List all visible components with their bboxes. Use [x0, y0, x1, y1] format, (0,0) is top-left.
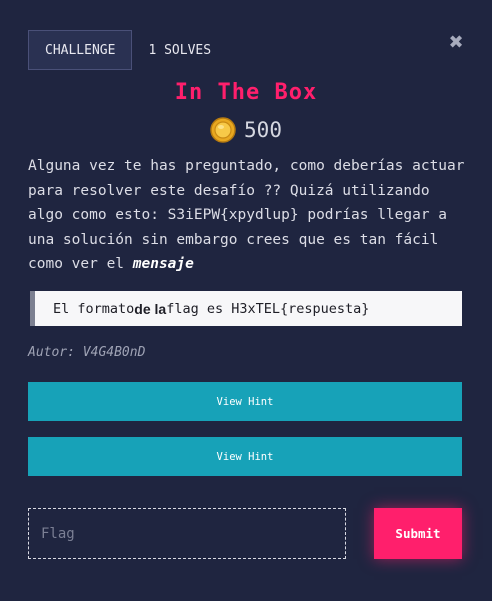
view-hint-button-1[interactable]: View Hint: [28, 382, 462, 421]
coin-icon: [210, 117, 236, 143]
challenge-tabs: CHALLENGE 1 SOLVES: [28, 30, 227, 70]
challenge-points: 500: [0, 117, 492, 143]
description-text: Alguna vez te has preguntado, como deber…: [28, 158, 465, 272]
description-emphasis: mensaje: [132, 256, 194, 272]
tab-challenge[interactable]: CHALLENGE: [28, 30, 133, 70]
challenge-description: Alguna vez te has preguntado, como deber…: [28, 154, 468, 277]
flag-input[interactable]: [28, 508, 346, 559]
tab-solves[interactable]: 1 SOLVES: [132, 30, 227, 70]
flag-format-note: El formato de la flag es H3xTEL{respuest…: [30, 291, 462, 326]
challenge-title: In The Box: [174, 80, 318, 105]
flag-format-text-before: El formato: [53, 300, 135, 317]
close-icon[interactable]: ✖: [447, 34, 465, 52]
flag-format-text-after: flag es H3xTEL{respuesta}: [166, 300, 370, 317]
view-hint-button-2[interactable]: View Hint: [28, 437, 462, 476]
points-value: 500: [244, 118, 282, 142]
challenge-author: Autor: V4G4B0nD: [28, 345, 146, 360]
flag-format-text-bold: de la: [134, 300, 167, 317]
submit-button[interactable]: Submit: [374, 508, 462, 559]
